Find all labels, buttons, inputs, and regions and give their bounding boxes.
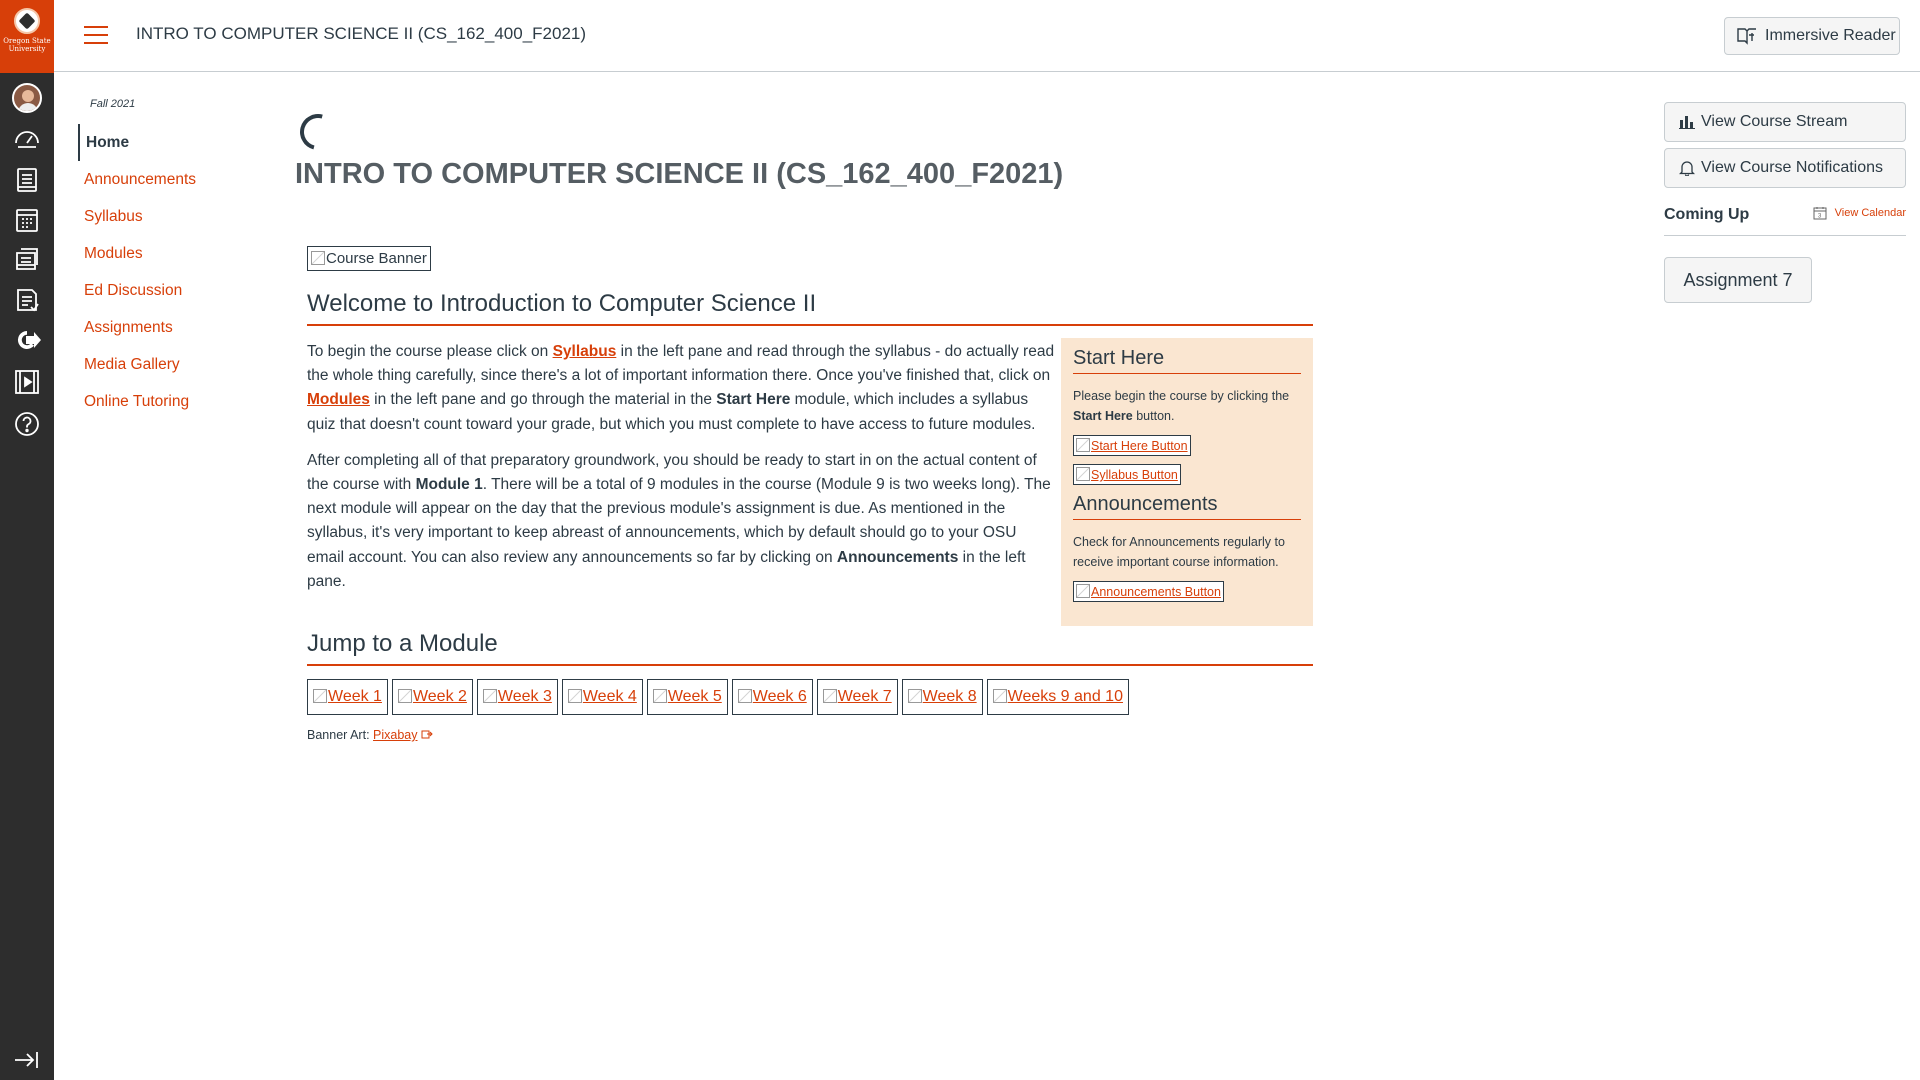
course-nav-ed-discussion[interactable]: Ed Discussion <box>78 272 278 309</box>
history-nav-item[interactable] <box>0 280 54 320</box>
week-buttons: Week 1 Week 2 Week 3 Week 4 Week 5 Week … <box>307 679 1129 715</box>
inbox-icon <box>16 248 38 270</box>
courses-icon <box>17 168 37 192</box>
coming-up-heading: Coming Up <box>1664 206 1750 223</box>
broken-image-icon <box>822 689 837 703</box>
view-course-notifications-label: View Course Notifications <box>1701 159 1884 176</box>
commons-icon <box>17 330 41 349</box>
broken-image-icon <box>397 689 412 703</box>
modules-link[interactable]: Modules <box>307 391 370 408</box>
broken-image-icon <box>907 689 922 703</box>
jump-to-module-heading: Jump to a Module <box>307 630 1313 666</box>
week-4-button[interactable]: Week 4 <box>561 679 643 715</box>
week-3-button[interactable]: Week 3 <box>476 679 558 715</box>
broken-image-icon <box>567 689 582 703</box>
broken-image-icon <box>311 251 325 265</box>
view-course-stream-button[interactable]: View Course Stream <box>1664 102 1906 142</box>
calendar-nav-item[interactable] <box>0 200 54 240</box>
view-course-notifications-button[interactable]: View Course Notifications <box>1664 148 1906 188</box>
syllabus-button[interactable]: Syllabus Button <box>1073 464 1181 485</box>
bar-chart-icon <box>1679 116 1695 129</box>
view-calendar-link[interactable]: 3 View Calendar <box>1813 206 1906 220</box>
welcome-heading: Welcome to Introduction to Computer Scie… <box>307 290 1313 326</box>
coming-up-divider <box>1664 235 1906 236</box>
calendar-icon <box>16 209 38 232</box>
broken-image-icon <box>1076 438 1090 452</box>
dashboard-nav-item[interactable] <box>0 118 54 158</box>
start-here-button[interactable]: Start Here Button <box>1073 435 1191 456</box>
studio-nav-item[interactable] <box>0 362 54 402</box>
start-here-heading: Start Here <box>1073 347 1301 374</box>
studio-icon <box>15 370 39 394</box>
account-nav-item[interactable] <box>0 78 54 118</box>
hamburger-menu-button[interactable] <box>84 26 108 46</box>
global-nav: Oregon State University <box>0 0 54 1080</box>
intro-text: To begin the course please click on Syll… <box>307 340 1057 606</box>
announcements-heading: Announcements <box>1073 493 1301 520</box>
help-nav-item[interactable] <box>0 404 54 444</box>
external-link-icon <box>421 730 433 739</box>
course-nav-syllabus[interactable]: Syllabus <box>78 198 278 235</box>
calendar-small-icon: 3 <box>1813 207 1827 220</box>
immersive-reader-icon <box>1737 28 1756 45</box>
view-course-stream-label: View Course Stream <box>1701 113 1848 130</box>
collapse-nav-button[interactable] <box>0 1040 54 1080</box>
broken-image-icon <box>652 689 667 703</box>
broken-image-icon <box>737 689 752 703</box>
immersive-reader-button[interactable]: Immersive Reader <box>1724 17 1900 55</box>
course-nav: Home Announcements Syllabus Modules Ed D… <box>78 124 278 420</box>
week-7-button[interactable]: Week 7 <box>816 679 898 715</box>
course-banner-image: Course Banner <box>307 246 431 271</box>
week-1-button[interactable]: Week 1 <box>307 679 388 715</box>
start-here-sidebox: Start Here Please begin the course by cl… <box>1061 338 1313 626</box>
pixabay-link[interactable]: Pixabay <box>373 728 417 742</box>
history-icon <box>17 289 39 312</box>
assignment-7-button[interactable]: Assignment 7 <box>1664 257 1812 303</box>
collapse-nav-icon <box>15 1052 38 1068</box>
breadcrumb-course-title[interactable]: INTRO TO COMPUTER SCIENCE II (CS_162_400… <box>136 24 586 44</box>
avatar-icon <box>12 83 42 113</box>
week-6-button[interactable]: Week 6 <box>731 679 813 715</box>
intro-paragraph-1: To begin the course please click on Syll… <box>307 343 1055 433</box>
week-8-button[interactable]: Week 8 <box>901 679 983 715</box>
course-nav-assignments[interactable]: Assignments <box>78 309 278 346</box>
course-term: Fall 2021 <box>90 98 136 110</box>
page-title: INTRO TO COMPUTER SCIENCE II (CS_162_400… <box>295 158 1064 190</box>
course-header: INTRO TO COMPUTER SCIENCE II (CS_162_400… <box>54 0 1920 72</box>
intro-paragraph-2: After completing all of that preparatory… <box>307 451 1051 590</box>
commons-nav-item[interactable] <box>0 320 54 360</box>
course-nav-modules[interactable]: Modules <box>78 235 278 272</box>
course-nav-media-gallery[interactable]: Media Gallery <box>78 346 278 383</box>
bell-icon <box>1679 161 1695 176</box>
broken-image-icon <box>992 689 1007 703</box>
banner-art-credit: Banner Art: Pixabay <box>307 728 433 742</box>
announcements-button[interactable]: Announcements Button <box>1073 581 1224 602</box>
logo-text: Oregon State University <box>3 37 51 53</box>
broken-image-icon <box>313 689 327 703</box>
inbox-nav-item[interactable] <box>0 240 54 280</box>
loading-spinner-icon <box>293 107 343 157</box>
weeks-9-10-button[interactable]: Weeks 9 and 10 <box>986 679 1129 715</box>
broken-image-icon <box>1076 584 1090 598</box>
course-nav-home[interactable]: Home <box>78 124 278 161</box>
course-nav-announcements[interactable]: Announcements <box>78 161 278 198</box>
start-here-text: Please begin the course by clicking the … <box>1073 389 1290 423</box>
immersive-reader-label: Immersive Reader <box>1765 27 1896 44</box>
week-5-button[interactable]: Week 5 <box>646 679 728 715</box>
course-nav-online-tutoring[interactable]: Online Tutoring <box>78 383 278 420</box>
week-2-button[interactable]: Week 2 <box>391 679 473 715</box>
courses-nav-item[interactable] <box>0 160 54 200</box>
university-logo[interactable]: Oregon State University <box>0 0 54 73</box>
announcements-text: Check for Announcements regularly to rec… <box>1073 535 1285 569</box>
broken-image-icon <box>482 689 497 703</box>
help-icon <box>15 412 39 436</box>
dashboard-icon <box>15 131 39 148</box>
broken-image-icon <box>1076 467 1090 481</box>
syllabus-link[interactable]: Syllabus <box>553 343 617 360</box>
seal-icon <box>14 8 40 34</box>
